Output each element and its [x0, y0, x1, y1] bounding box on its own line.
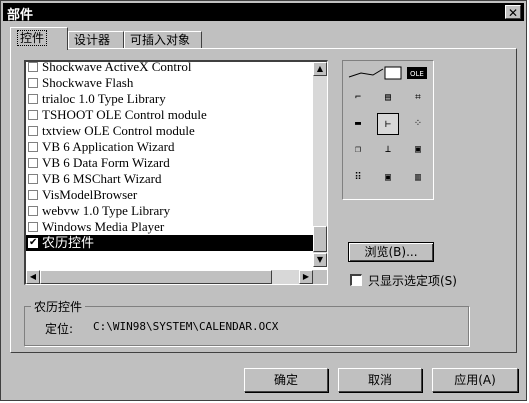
list-item[interactable]: webvw 1.0 Type Library [26, 203, 313, 219]
list-item-checkbox[interactable] [28, 190, 38, 200]
timer-tool-icon: ▣ [414, 144, 422, 155]
list-item-label: TSHOOT OLE Control module [42, 107, 207, 122]
title-bar[interactable]: 部件 ✕ [3, 3, 524, 23]
tab-insertable-objects[interactable]: 可插入对象 [124, 31, 202, 49]
list-item-label: VB 6 Application Wizard [42, 139, 175, 154]
list-item[interactable]: trialoc 1.0 Type Library [26, 91, 313, 107]
svg-text:OLE: OLE [410, 70, 424, 78]
show-selected-only-checkbox[interactable] [350, 274, 362, 286]
cancel-button[interactable]: 取消 [338, 368, 422, 392]
list-item[interactable]: VB 6 Data Form Wizard [26, 155, 313, 171]
selected-component-details: 农历控件 定位: C:\WIN98\SYSTEM\CALENDAR.OCX [24, 298, 469, 346]
list-item-label: VB 6 Data Form Wizard [42, 155, 170, 170]
list-item-checkbox[interactable] [28, 206, 38, 216]
list-item-checkbox[interactable] [28, 62, 38, 72]
image-tool-icon: ▣ [384, 172, 392, 183]
list-item-checkbox[interactable] [28, 126, 38, 136]
list-item[interactable]: Shockwave Flash [26, 75, 313, 91]
list-item[interactable]: VB 6 Application Wizard [26, 139, 313, 155]
grid-tool-icon: ⁘ [413, 118, 423, 129]
details-title: 农历控件 [31, 298, 86, 315]
list-item-checkbox[interactable] [28, 94, 38, 104]
list-item[interactable]: Shockwave ActiveX Control [26, 60, 313, 75]
tab-controls[interactable]: 控件 [10, 27, 68, 50]
vertical-scrollbar[interactable]: ▲ ▼ [313, 62, 327, 267]
list-item-checkbox[interactable] [28, 78, 38, 88]
components-list-rows: Scribble OLE Control moduleShockwave Act… [26, 60, 313, 251]
vertical-scroll-thumb[interactable] [313, 226, 327, 252]
list-item-label: trialoc 1.0 Type Library [42, 91, 166, 106]
horizontal-scrollbar[interactable]: ◀ ▶ [26, 270, 313, 284]
list-item-label: txtview OLE Control module [42, 123, 195, 138]
list-item-label: 农历控件 [42, 235, 95, 250]
scroll-left-button[interactable]: ◀ [26, 270, 40, 284]
list-item-label: Shockwave Flash [42, 75, 134, 90]
list-item[interactable]: ✔ 农历控件 [26, 235, 313, 251]
label-tool-icon: ⌐ [354, 92, 362, 103]
scrollbar-corner [313, 270, 327, 284]
combo-tool-icon: ❐ [354, 144, 362, 155]
scroll-up-button[interactable]: ▲ [313, 62, 327, 76]
list-item-checkbox[interactable] [28, 158, 38, 168]
list-item-checkbox[interactable] [28, 174, 38, 184]
scroll-down-button[interactable]: ▼ [313, 253, 327, 267]
window-title: 部件 [7, 8, 34, 23]
scrollbar-tool-icon: ⊥ [384, 144, 392, 155]
textbox-tool-icon: ▤ [384, 92, 392, 103]
scroll-right-button[interactable]: ▶ [299, 270, 313, 284]
list-item-label: webvw 1.0 Type Library [42, 203, 171, 218]
tab-designers-label: 设计器 [74, 33, 111, 47]
horizontal-scroll-thumb[interactable] [40, 270, 272, 284]
button-tool-icon: ▬ [354, 118, 362, 129]
list-item[interactable]: VisModelBrowser [26, 187, 313, 203]
list-item-checkbox[interactable]: ✔ [28, 238, 38, 248]
list-item[interactable]: Windows Media Player [26, 219, 313, 235]
list-item[interactable]: txtview OLE Control module [26, 123, 313, 139]
location-path: C:\WIN98\SYSTEM\CALENDAR.OCX [93, 320, 279, 333]
tab-controls-label: 控件 [17, 30, 48, 46]
tab-insertable-objects-label: 可插入对象 [130, 33, 191, 47]
apply-button[interactable]: 应用(A) [432, 368, 518, 392]
data-tool-icon: ▥ [414, 172, 422, 183]
list-item-label: Windows Media Player [42, 219, 165, 234]
browse-button[interactable]: 浏览(B)... [348, 242, 434, 262]
close-button[interactable]: ✕ [505, 5, 521, 20]
list-item[interactable]: TSHOOT OLE Control module [26, 107, 313, 123]
list-item[interactable]: VB 6 MSChart Wizard [26, 171, 313, 187]
list-item-label: Shockwave ActiveX Control [42, 60, 192, 74]
frame-tool-icon: ⌗ [415, 92, 421, 103]
tree-tool-icon: ⊢ [377, 113, 399, 135]
show-selected-only-label: 只显示选定项(S) [368, 274, 457, 288]
list-item-checkbox[interactable] [28, 110, 38, 120]
ok-button[interactable]: 确定 [244, 368, 328, 392]
list-item-label: VisModelBrowser [42, 187, 138, 202]
components-list[interactable]: Scribble OLE Control moduleShockwave Act… [24, 60, 328, 285]
control-toolbox-preview: OLE ⌐ ▤ ⌗ ▬ ⊢ ⁘ ❐ ⊥ ▣ ⠿ ▣ ▥ [342, 60, 434, 200]
location-label: 定位: [45, 322, 74, 336]
list-item-checkbox[interactable] [28, 222, 38, 232]
list-item-checkbox[interactable] [28, 142, 38, 152]
list-item-label: VB 6 MSChart Wizard [42, 171, 162, 186]
tab-designers[interactable]: 设计器 [68, 31, 124, 49]
dots-tool-icon: ⠿ [354, 172, 362, 183]
